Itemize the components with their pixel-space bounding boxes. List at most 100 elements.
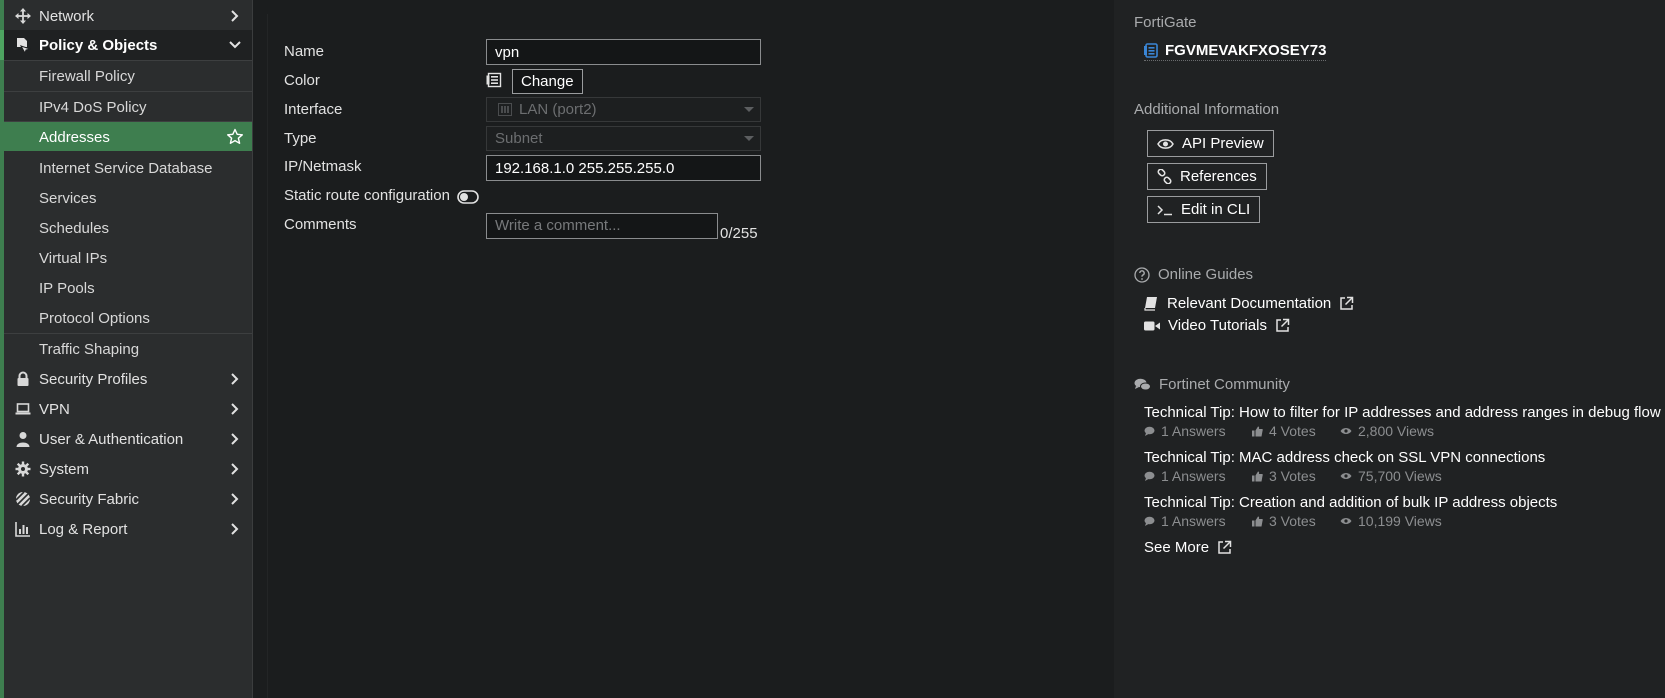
comments-char-count: 0/255 [720,225,758,242]
nav-system-label: System [39,461,90,478]
comment-bubble-icon [1144,426,1155,436]
name-input[interactable] [486,39,761,65]
sidebar-item-ipv4-dos-policy[interactable]: IPv4 DoS Policy [4,91,252,121]
interface-label: Interface [284,101,343,118]
comments-textarea[interactable] [486,213,718,239]
api-preview-label: API Preview [1182,135,1264,152]
ip-netmask-input[interactable] [486,155,761,181]
comments-icon [1134,378,1151,392]
nav-system[interactable]: System [4,454,252,484]
eye-icon [1340,428,1352,434]
nav-vpn-label: VPN [39,401,70,418]
sidebar-item-label: Addresses [39,129,110,146]
address-edit-form: Name Color Change Interface LAN (port2) … [267,14,1114,698]
sidebar-item-addresses[interactable]: Addresses [4,121,252,151]
laptop-icon [15,401,31,417]
sidebar-item-label: Firewall Policy [39,68,135,85]
interface-select-value: LAN (port2) [519,101,597,118]
nav-policy-objects[interactable]: Policy & Objects [0,30,252,60]
external-link-icon [1275,318,1290,333]
interface-select[interactable]: LAN (port2) [486,97,761,122]
type-select-value: Subnet [495,130,543,147]
fortigate-title: FortiGate [1134,14,1197,31]
votes-count: 4 Votes [1252,423,1340,439]
policy-document-icon [15,37,31,53]
eye-icon [1157,138,1174,150]
star-favorite-icon[interactable] [226,128,244,146]
online-guides-title: Online Guides [1158,266,1254,283]
name-label: Name [284,43,325,60]
ip-netmask-label: IP/Netmask [284,158,362,175]
device-link[interactable]: FGVMEVAKFXOSEY73 [1144,42,1327,61]
relevant-documentation-link[interactable]: Relevant Documentation [1144,295,1354,312]
nav-policy-objects-label: Policy & Objects [39,37,158,54]
video-tutorials-link[interactable]: Video Tutorials [1144,317,1290,334]
sidebar-item-label: IP Pools [39,280,95,297]
nav-network[interactable]: Network [4,1,252,31]
thumbs-up-icon [1252,426,1263,436]
sidebar-item-label: IPv4 DoS Policy [39,99,147,116]
static-route-label: Static route configuration [284,187,450,204]
book-icon [1144,296,1159,311]
nav-security-fabric[interactable]: Security Fabric [4,484,252,514]
api-preview-button[interactable]: API Preview [1147,130,1274,157]
nav-security-fabric-label: Security Fabric [39,491,140,508]
sidebar-item-label: Internet Service Database [39,160,213,177]
sidebar-item-protocol-options[interactable]: Protocol Options [4,303,252,333]
video-camera-icon [1144,320,1160,332]
chevron-right-icon [228,431,242,447]
see-more-label: See More [1144,539,1210,556]
sidebar-item-internet-service-database[interactable]: Internet Service Database [4,153,252,183]
type-select[interactable]: Subnet [486,126,761,151]
nav-security-profiles[interactable]: Security Profiles [4,364,252,394]
community-topic-meta: 1 Answers 4 Votes 2,800 Views [1144,423,1434,439]
chevron-right-icon [228,491,242,507]
sidebar-item-virtual-ips[interactable]: Virtual IPs [4,243,252,273]
answers-count: 1 Answers [1144,468,1252,484]
answers-count: 1 Answers [1144,513,1252,529]
chevron-right-icon [228,8,242,24]
sidebar-item-services[interactable]: Services [4,183,252,213]
link-chain-icon [1157,169,1172,184]
sidebar-item-schedules[interactable]: Schedules [4,213,252,243]
community-topic-link[interactable]: Technical Tip: Creation and addition of … [1144,494,1557,511]
user-icon [15,431,31,447]
chevron-right-icon [228,371,242,387]
community-topic-link[interactable]: Technical Tip: MAC address check on SSL … [1144,449,1545,466]
terminal-icon [1157,204,1173,216]
sidebar-item-traffic-shaping[interactable]: Traffic Shaping [4,333,252,363]
edit-in-cli-label: Edit in CLI [1181,201,1251,218]
sidebar-item-label: Services [39,190,97,207]
video-tutorials-label: Video Tutorials [1168,317,1267,334]
edit-in-cli-button[interactable]: Edit in CLI [1147,196,1261,223]
info-panel: FortiGate FGVMEVAKFXOSEY73 Additional In… [1114,0,1665,698]
sidebar-item-label: Schedules [39,220,110,237]
comments-label: Comments [284,216,357,233]
sidebar: Network Policy & Objects Firewall Policy… [0,0,253,698]
references-button[interactable]: References [1147,163,1267,190]
chevron-down-icon [744,136,754,141]
color-swatch-icon [486,72,502,88]
chevron-right-icon [228,401,242,417]
thumbs-up-icon [1252,516,1263,526]
external-link-icon [1217,540,1232,555]
nav-vpn[interactable]: VPN [4,394,252,424]
chevron-down-icon [228,37,242,53]
eye-icon [1340,518,1352,524]
port-icon [498,103,512,116]
nav-user-authentication[interactable]: User & Authentication [4,424,252,454]
chevron-down-icon [744,107,754,112]
sidebar-item-ip-pools[interactable]: IP Pools [4,273,252,303]
nav-log-report[interactable]: Log & Report [4,514,252,544]
static-route-toggle[interactable] [457,190,479,204]
change-color-button[interactable]: Change [512,69,583,94]
community-topic-meta: 1 Answers 3 Votes 10,199 Views [1144,513,1442,529]
sidebar-item-firewall-policy[interactable]: Firewall Policy [4,60,252,90]
chevron-right-icon [228,461,242,477]
see-more-link[interactable]: See More [1144,539,1232,556]
type-label: Type [284,130,317,147]
community-topic-link[interactable]: Technical Tip: How to filter for IP addr… [1144,404,1661,421]
lock-icon [15,371,31,387]
gear-icon [15,461,31,477]
sidebar-item-label: Traffic Shaping [39,341,140,358]
